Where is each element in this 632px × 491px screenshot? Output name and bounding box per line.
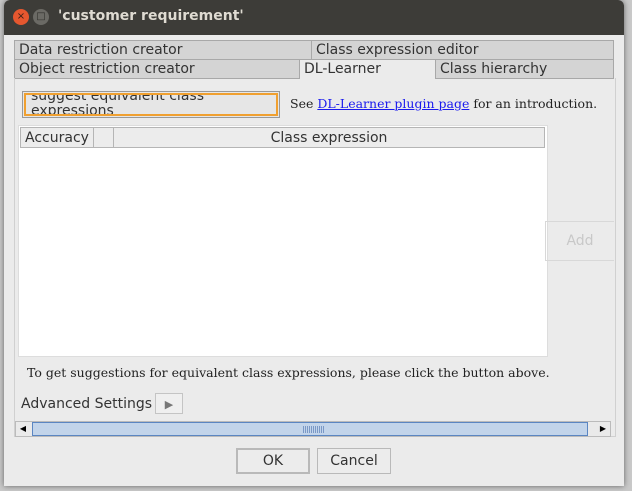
horizontal-scrollbar[interactable]: ◀ ▶	[15, 421, 611, 437]
tab-class-expression-editor[interactable]: Class expression editor	[311, 40, 614, 60]
title-bar: × □ 'customer requirement'	[4, 0, 624, 35]
plugin-page-link[interactable]: DL-Learner plugin page	[317, 96, 469, 111]
scrollbar-thumb[interactable]	[32, 422, 588, 436]
play-arrow-icon: ▶	[164, 398, 174, 411]
window-title: 'customer requirement'	[58, 8, 244, 24]
add-button[interactable]: Add	[545, 221, 614, 261]
maximize-icon[interactable]: □	[33, 9, 49, 25]
suggestions-table[interactable]: Accuracy Class expression	[18, 125, 548, 357]
suggest-label-line2: expressions	[31, 103, 114, 116]
scroll-right-icon[interactable]: ▶	[596, 422, 610, 436]
hint-text: To get suggestions for equivalent class …	[27, 365, 550, 380]
see-suffix: for an introduction.	[469, 96, 598, 111]
dialog-window: × □ 'customer requirement' Data restrict…	[4, 0, 624, 486]
cancel-button[interactable]: Cancel	[317, 448, 391, 474]
tab-dl-learner[interactable]: DL-Learner	[299, 59, 436, 79]
advanced-settings-label: Advanced Settings	[21, 396, 153, 412]
column-class-expression[interactable]: Class expression	[113, 127, 545, 148]
column-blank[interactable]	[93, 127, 114, 148]
see-prefix: See	[290, 96, 318, 111]
close-icon[interactable]: ×	[13, 9, 29, 25]
suggest-equivalent-button[interactable]: suggest equivalent class expressions	[22, 91, 280, 118]
tab-class-hierarchy[interactable]: Class hierarchy	[435, 59, 614, 79]
tab-object-restriction-creator[interactable]: Object restriction creator	[14, 59, 300, 79]
scroll-left-icon[interactable]: ◀	[16, 422, 30, 436]
tab-data-restriction-creator[interactable]: Data restriction creator	[14, 40, 312, 60]
ok-button[interactable]: OK	[236, 448, 310, 474]
grip-icon	[303, 426, 325, 433]
column-accuracy[interactable]: Accuracy	[20, 127, 94, 148]
expand-advanced-button[interactable]: ▶	[155, 393, 183, 414]
intro-text: See DL-Learner plugin page for an introd…	[290, 96, 597, 111]
